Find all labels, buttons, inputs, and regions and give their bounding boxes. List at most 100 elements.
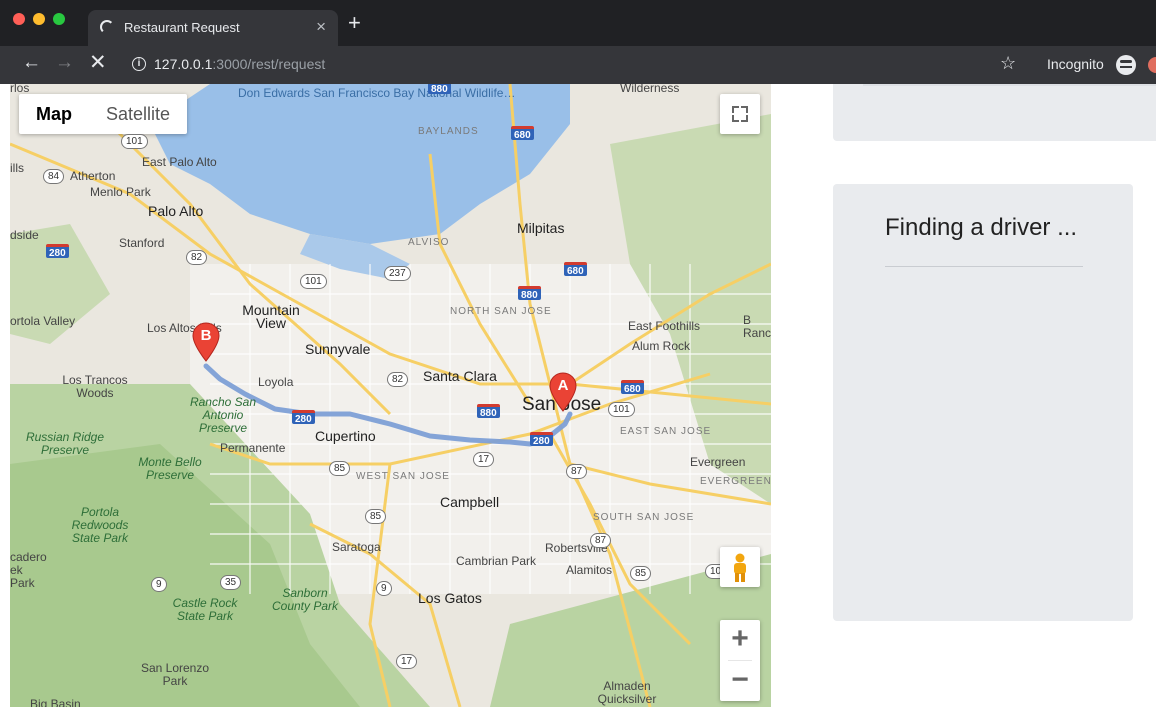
map-label: Campbell: [440, 494, 500, 510]
route-shield: 9: [151, 577, 167, 592]
window-minimize-button[interactable]: [33, 13, 45, 25]
browser-tab-bar: Restaurant Request × +: [0, 0, 1156, 46]
origin-marker[interactable]: A: [549, 372, 577, 412]
map-label: Atherton: [70, 169, 116, 183]
route-shield: 17: [473, 452, 495, 467]
map-label: EAST SAN JOSE: [620, 426, 712, 437]
map-label: Alamitos: [566, 563, 613, 577]
map-label: dside: [10, 228, 39, 242]
card-divider: [863, 84, 1156, 86]
map-label: East Palo Alto: [142, 155, 217, 169]
map-label: EVERGREEN: [700, 476, 771, 487]
map-label: Mountain View: [242, 302, 300, 331]
window-close-button[interactable]: [13, 13, 25, 25]
map-label: BAYLANDS: [418, 126, 479, 137]
route-map[interactable]: Map Satellite Don Edwards San Francisco …: [10, 84, 771, 707]
new-tab-button[interactable]: +: [348, 12, 361, 34]
map-label: Russian Ridge Preserve: [25, 430, 105, 457]
map-label: Saratoga: [332, 540, 381, 554]
route-shield: 35: [220, 575, 242, 590]
previous-card: [833, 84, 1156, 141]
map-label: Milpitas: [517, 220, 565, 236]
map-label: Monte Bello Preserve: [138, 455, 202, 482]
zoom-control: + −: [720, 620, 760, 701]
map-type-map-button[interactable]: Map: [19, 94, 89, 134]
map-label: ortola Valley: [10, 314, 76, 328]
map-label: Castle Rock State Park: [172, 596, 238, 623]
route-shield: 87: [590, 533, 612, 548]
driver-status-card: Finding a driver ...: [833, 184, 1133, 621]
map-label: Alum Rock: [632, 339, 691, 353]
interstate-shield: 880: [477, 404, 500, 419]
interstate-shield: 280: [292, 410, 315, 425]
browser-toolbar: ← → ✕ i 127.0.0.1:3000/rest/request ☆ In…: [0, 46, 1156, 84]
tab-close-icon[interactable]: ×: [316, 17, 326, 37]
map-label: cadero ek Park: [10, 550, 47, 590]
star-icon[interactable]: ☆: [1000, 53, 1016, 74]
map-label: San Lorenzo Park: [140, 661, 210, 688]
arrow-left-icon[interactable]: ←: [22, 52, 41, 74]
map-label: Santa Clara: [423, 368, 497, 384]
map-label: Rancho San Antonio Preserve: [189, 395, 257, 435]
route-shield: 101: [300, 274, 327, 289]
map-label: Sanborn County Park: [271, 586, 339, 613]
interstate-shield: 680: [621, 380, 644, 395]
loading-spinner-icon: [100, 20, 114, 34]
route-shield: 87: [566, 464, 588, 479]
map-label: Wilderness: [620, 84, 680, 95]
interstate-shield: 680: [564, 262, 587, 277]
route-shield: 237: [384, 266, 411, 281]
map-label: SOUTH SAN JOSE: [593, 512, 695, 523]
route-shield: 17: [396, 654, 418, 669]
incognito-icon[interactable]: [1116, 55, 1136, 75]
address-bar[interactable]: 127.0.0.1:3000/rest/request: [154, 56, 325, 72]
info-icon[interactable]: i: [132, 57, 146, 71]
route-shield: 85: [365, 509, 387, 524]
arrow-right-icon[interactable]: →: [55, 52, 74, 74]
map-label: Sunnyvale: [305, 341, 371, 357]
route-shield: 85: [329, 461, 351, 476]
interstate-shield: 680: [511, 126, 534, 141]
origin-marker-label: A: [557, 377, 569, 394]
map-label: WEST SAN JOSE: [356, 471, 450, 482]
map-label: B Ranc: [743, 313, 771, 340]
destination-marker[interactable]: B: [192, 322, 220, 362]
map-type-satellite-button[interactable]: Satellite: [89, 94, 187, 134]
map-label: Evergreen: [690, 455, 746, 469]
close-icon[interactable]: ✕: [89, 52, 107, 74]
interstate-shield: 280: [530, 432, 553, 447]
map-label: ills: [10, 161, 24, 175]
card-divider: [885, 266, 1083, 267]
url-path: :3000/rest/request: [212, 56, 326, 72]
zoom-out-button[interactable]: −: [720, 661, 760, 701]
url-host: 127.0.0.1: [154, 56, 213, 72]
map-label: Portola Redwoods State Park: [71, 505, 129, 545]
route-shield: 9: [376, 581, 392, 596]
destination-marker-label: B: [200, 327, 212, 344]
map-label: ALVISO: [408, 237, 450, 248]
pegman-icon: [734, 553, 746, 582]
route-shield: 101: [608, 402, 635, 417]
window-maximize-button[interactable]: [53, 13, 65, 25]
profile-avatar[interactable]: [1148, 57, 1156, 73]
map-label: Loyola: [258, 375, 294, 389]
tab-title: Restaurant Request: [124, 20, 240, 35]
map-label: East Foothills: [628, 319, 701, 333]
street-view-button[interactable]: [720, 547, 760, 587]
map-label: Permanente: [220, 441, 286, 455]
zoom-in-button[interactable]: +: [720, 620, 760, 660]
fullscreen-button[interactable]: [720, 94, 760, 134]
map-label: Menlo Park: [90, 185, 151, 199]
map-type-control: Map Satellite: [19, 94, 188, 134]
route-shield: 84: [43, 169, 65, 184]
map-label: NORTH SAN JOSE: [450, 306, 552, 317]
map-label: Palo Alto: [148, 203, 204, 219]
route-shield: 82: [186, 250, 208, 265]
map-label: Don Edwards San Francisco Bay National W…: [238, 86, 516, 100]
map-label: Cupertino: [315, 428, 376, 444]
map-label: Almaden Quicksilver: [597, 679, 657, 706]
browser-tab[interactable]: Restaurant Request ×: [88, 10, 338, 46]
incognito-label: Incognito: [1047, 56, 1104, 72]
route-shield: 85: [630, 566, 652, 581]
route-shield: 101: [121, 134, 148, 149]
